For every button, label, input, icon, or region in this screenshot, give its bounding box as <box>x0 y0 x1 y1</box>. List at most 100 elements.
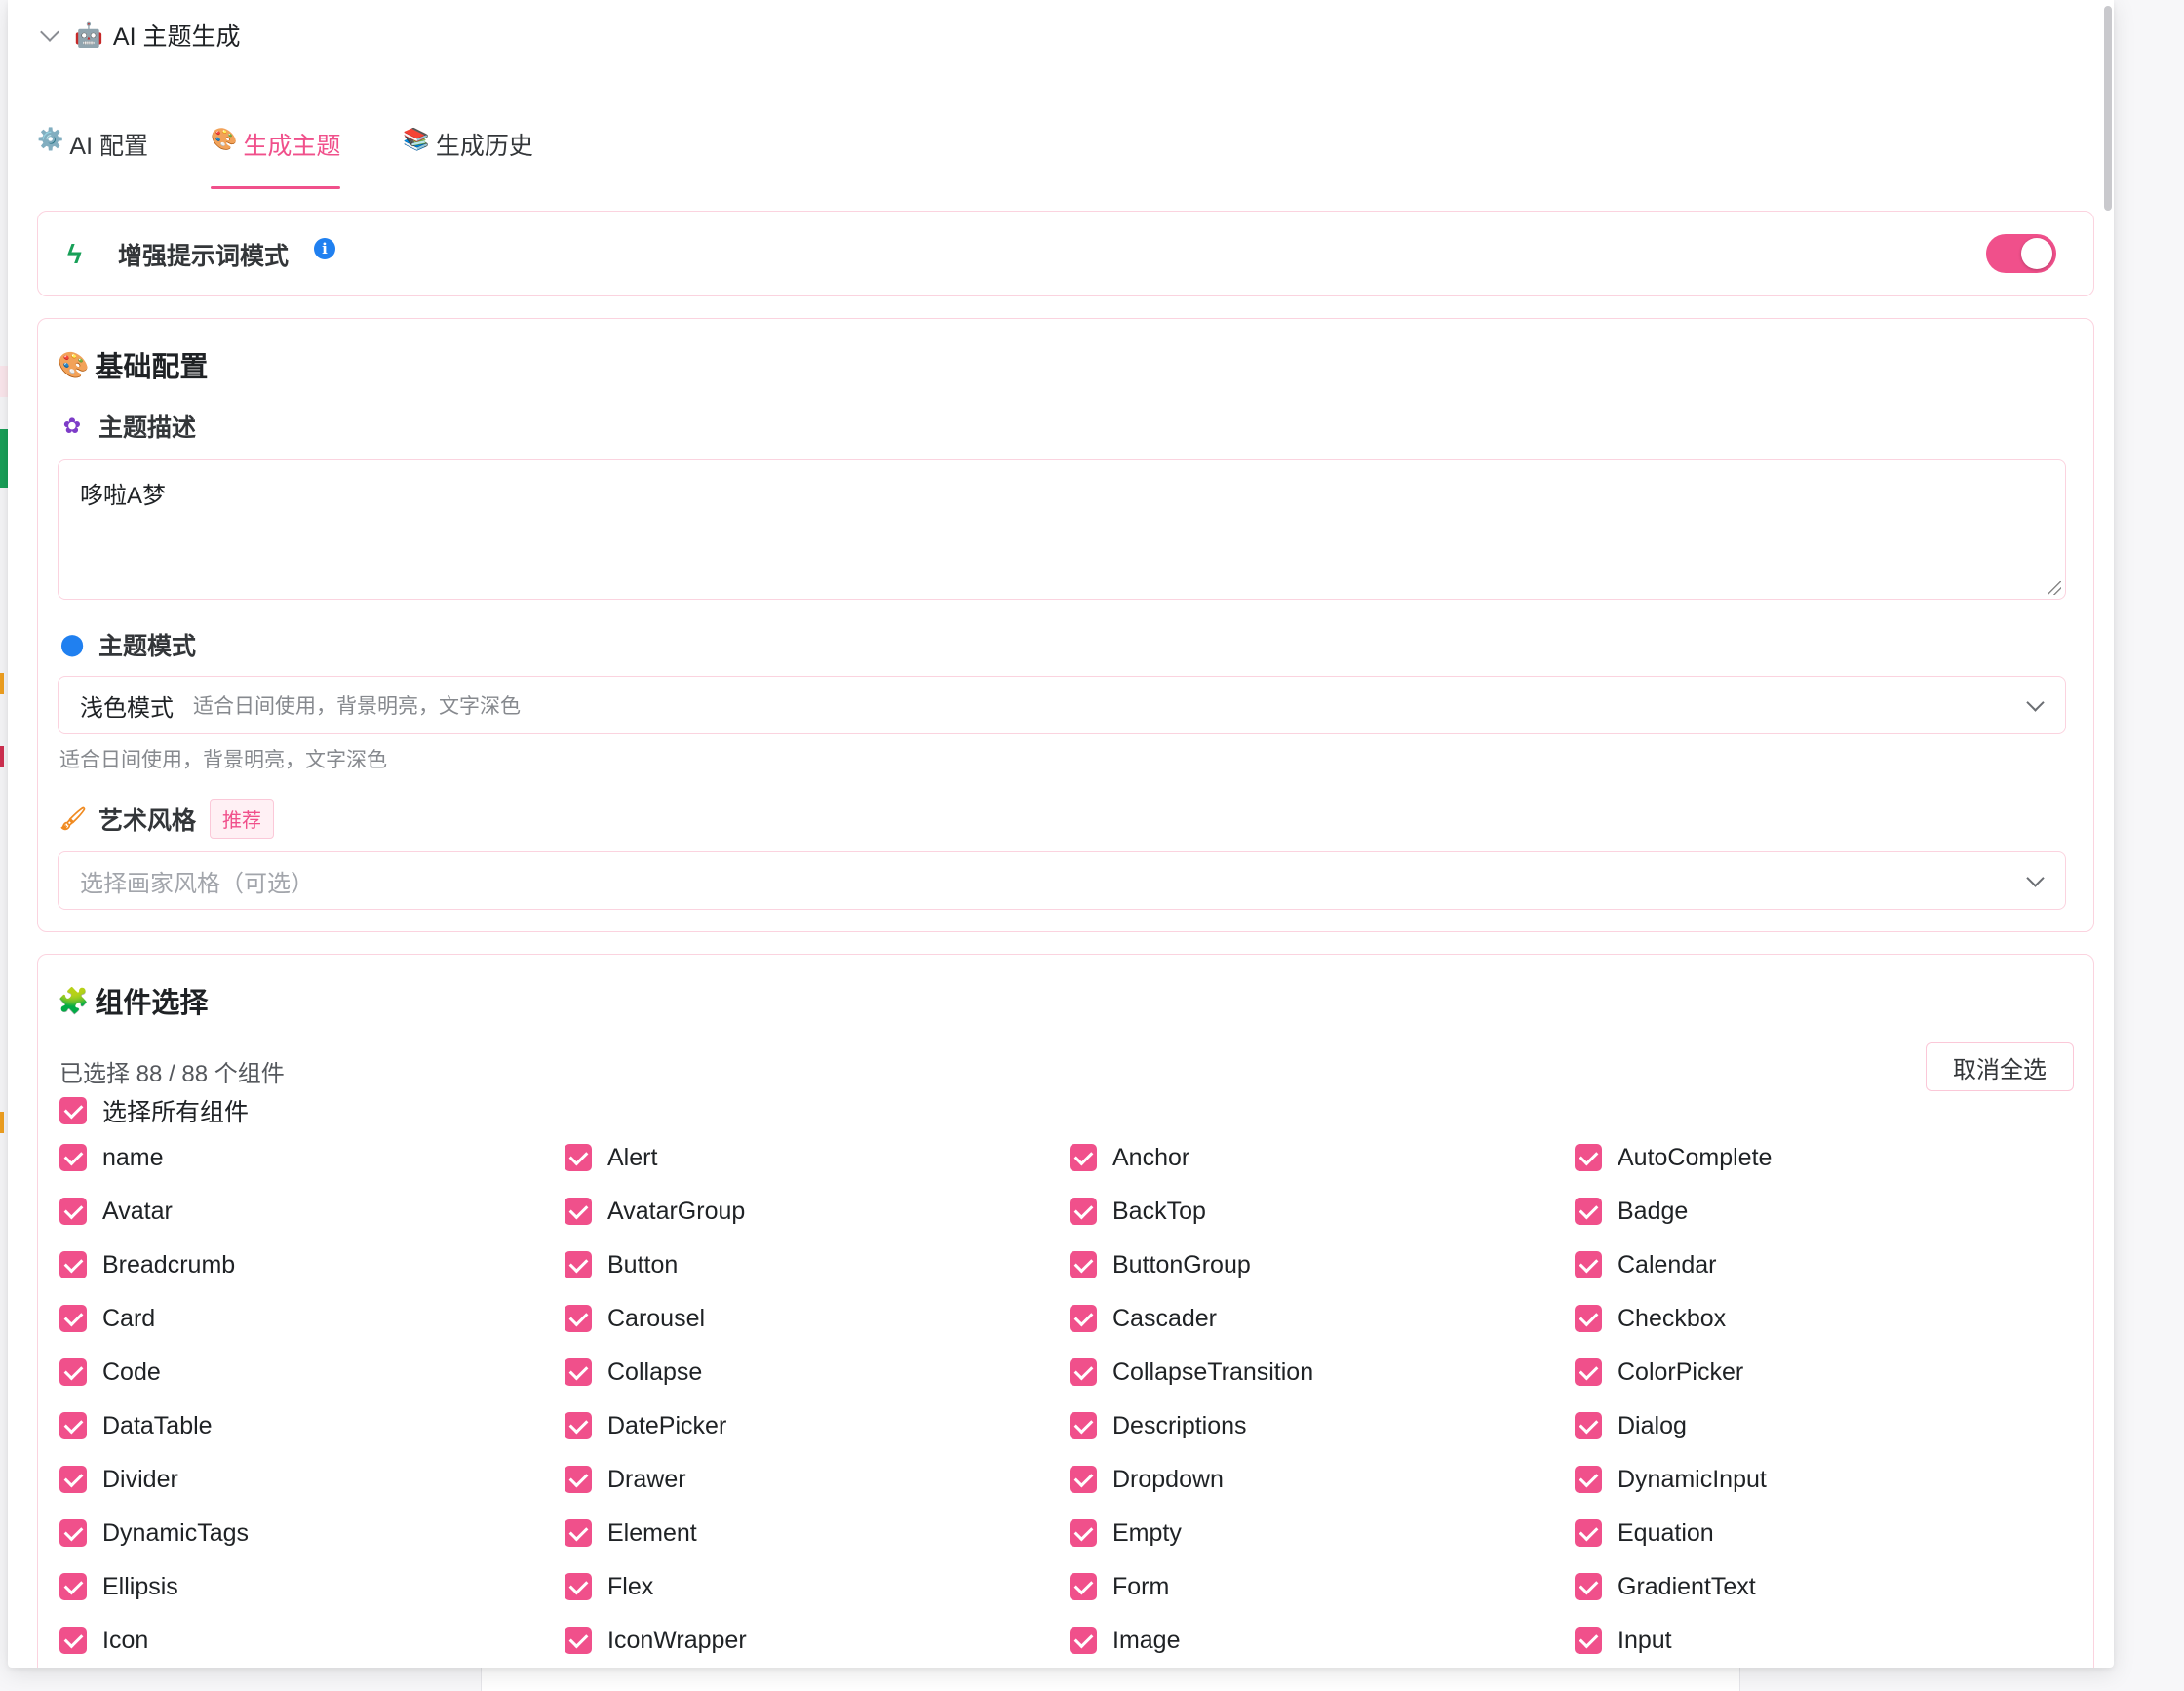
component-label: Dialog <box>1618 1411 1687 1439</box>
component-checkbox[interactable]: Avatar <box>59 1198 565 1225</box>
chevron-down-icon[interactable] <box>40 22 59 42</box>
component-label: BackTop <box>1112 1197 1206 1225</box>
component-checkbox[interactable]: Button <box>565 1251 1070 1278</box>
background-fragment <box>0 673 4 694</box>
component-checkbox[interactable]: Alert <box>565 1144 1070 1171</box>
description-textarea[interactable]: 哆啦A梦 <box>58 459 2066 600</box>
component-checkbox[interactable]: DataTable <box>59 1412 565 1439</box>
checkbox-checked-icon <box>565 1412 592 1439</box>
component-label: Breadcrumb <box>102 1250 236 1278</box>
component-checkbox[interactable]: Cascader <box>1070 1305 1575 1332</box>
mode-label-text: 主题模式 <box>98 633 197 660</box>
component-label: Drawer <box>607 1465 686 1493</box>
info-icon[interactable]: i <box>314 238 336 259</box>
checkbox-checked-icon <box>59 1519 87 1547</box>
selected-count: 已选择 88 / 88 个组件 <box>59 1061 285 1087</box>
component-checkbox[interactable]: Anchor <box>1070 1144 1575 1171</box>
component-checkbox[interactable]: Dialog <box>1575 1412 2080 1439</box>
checkbox-checked-icon <box>1575 1305 1602 1332</box>
tab-history[interactable]: 📚 生成历史 <box>403 127 532 189</box>
flower-icon: ✿ <box>62 413 82 438</box>
component-checkbox[interactable]: Card <box>59 1305 565 1332</box>
component-checkbox[interactable]: Ellipsis <box>59 1573 565 1600</box>
component-label: Avatar <box>102 1197 173 1225</box>
art-style-select[interactable]: 选择画家风格（可选） <box>58 851 2066 910</box>
section-title-text: 组件选择 <box>95 988 209 1019</box>
resize-grip[interactable] <box>2048 581 2061 595</box>
component-checkbox[interactable]: DynamicTags <box>59 1519 565 1547</box>
chevron-down-icon <box>2026 693 2045 712</box>
checkbox-checked-icon <box>1575 1144 1602 1171</box>
component-checkbox[interactable]: Calendar <box>1575 1251 2080 1278</box>
component-checkbox[interactable]: Form <box>1070 1573 1575 1600</box>
component-checkbox[interactable]: DynamicInput <box>1575 1466 2080 1493</box>
boost-mode-toggle[interactable] <box>1986 234 2056 273</box>
component-checkbox[interactable]: CollapseTransition <box>1070 1358 1575 1386</box>
component-checkbox[interactable]: Flex <box>565 1573 1070 1600</box>
component-label: Code <box>102 1357 161 1386</box>
component-label: DynamicInput <box>1618 1465 1767 1493</box>
boost-mode-label: 增强提示词模式 <box>118 243 290 270</box>
deselect-all-button[interactable]: 取消全选 <box>1926 1042 2074 1091</box>
component-checkbox[interactable]: Carousel <box>565 1305 1070 1332</box>
component-checkbox[interactable]: name <box>59 1144 565 1171</box>
component-checkbox[interactable]: DatePicker <box>565 1412 1070 1439</box>
component-checkbox[interactable]: Divider <box>59 1466 565 1493</box>
components-grid: name Alert Anchor AutoComplete Avatar AvatarG… <box>59 1144 2087 1654</box>
component-label: Flex <box>607 1572 654 1600</box>
select-all-checkbox[interactable]: 选择所有组件 <box>59 1093 249 1128</box>
component-checkbox[interactable]: Equation <box>1575 1519 2080 1547</box>
checkbox-checked-icon <box>565 1573 592 1600</box>
tab-label: 生成历史 <box>435 133 533 160</box>
mode-select[interactable]: 浅色模式 适合日间使用，背景明亮，文字深色 <box>58 676 2066 734</box>
description-value: 哆啦A梦 <box>80 483 167 509</box>
tab-ai-config[interactable]: ⚙️ AI 配置 <box>37 127 148 189</box>
books-icon: 📚 <box>403 127 430 151</box>
component-label: Form <box>1112 1572 1170 1600</box>
component-label: Carousel <box>607 1304 706 1332</box>
component-checkbox[interactable]: IconWrapper <box>565 1627 1070 1654</box>
art-style-placeholder: 选择画家风格（可选） <box>80 870 314 897</box>
palette-icon: 🎨 <box>210 127 238 151</box>
paintbrush-icon: 🖌 <box>59 806 87 831</box>
drawer-title: AI 主题生成 <box>112 23 241 51</box>
section-title-basic: 🎨 基础配置 <box>58 344 208 385</box>
background-fragment <box>0 366 8 397</box>
component-checkbox[interactable]: AutoComplete <box>1575 1144 2080 1171</box>
component-checkbox[interactable]: AvatarGroup <box>565 1198 1070 1225</box>
component-checkbox[interactable]: Drawer <box>565 1466 1070 1493</box>
background-strip <box>2114 0 2184 1691</box>
component-label: Descriptions <box>1112 1411 1247 1439</box>
checkbox-checked-icon <box>1575 1358 1602 1386</box>
checkbox-checked-icon <box>1070 1412 1097 1439</box>
component-checkbox[interactable]: Breadcrumb <box>59 1251 565 1278</box>
component-checkbox[interactable]: Code <box>59 1358 565 1386</box>
component-checkbox[interactable]: Descriptions <box>1070 1412 1575 1439</box>
scrollbar-thumb[interactable] <box>2104 6 2112 211</box>
component-label: Element <box>607 1518 697 1547</box>
component-checkbox[interactable]: Icon <box>59 1627 565 1654</box>
mode-help-text: 适合日间使用，背景明亮，文字深色 <box>59 749 387 771</box>
lightning-icon: ϟ <box>67 239 82 269</box>
component-label: Badge <box>1618 1197 1689 1225</box>
tab-label: AI 配置 <box>69 133 148 160</box>
component-checkbox[interactable]: ButtonGroup <box>1070 1251 1575 1278</box>
component-checkbox[interactable]: GradientText <box>1575 1573 2080 1600</box>
component-checkbox[interactable]: Badge <box>1575 1198 2080 1225</box>
component-checkbox[interactable]: Image <box>1070 1627 1575 1654</box>
mode-select-value: 浅色模式 <box>80 694 174 722</box>
component-checkbox[interactable]: Dropdown <box>1070 1466 1575 1493</box>
component-checkbox[interactable]: Input <box>1575 1627 2080 1654</box>
component-checkbox[interactable]: Checkbox <box>1575 1305 2080 1332</box>
drawer-header[interactable]: 🤖 AI 主题生成 <box>35 18 240 53</box>
tab-generate-theme[interactable]: 🎨 生成主题 <box>210 127 341 189</box>
checkbox-checked-icon <box>59 1097 87 1124</box>
mode-label: ⬤ 主题模式 <box>59 627 196 662</box>
component-checkbox[interactable]: Empty <box>1070 1519 1575 1547</box>
component-checkbox[interactable]: Element <box>565 1519 1070 1547</box>
background-fragment <box>0 746 4 767</box>
checkbox-checked-icon <box>59 1573 87 1600</box>
component-checkbox[interactable]: Collapse <box>565 1358 1070 1386</box>
component-checkbox[interactable]: BackTop <box>1070 1198 1575 1225</box>
component-checkbox[interactable]: ColorPicker <box>1575 1358 2080 1386</box>
